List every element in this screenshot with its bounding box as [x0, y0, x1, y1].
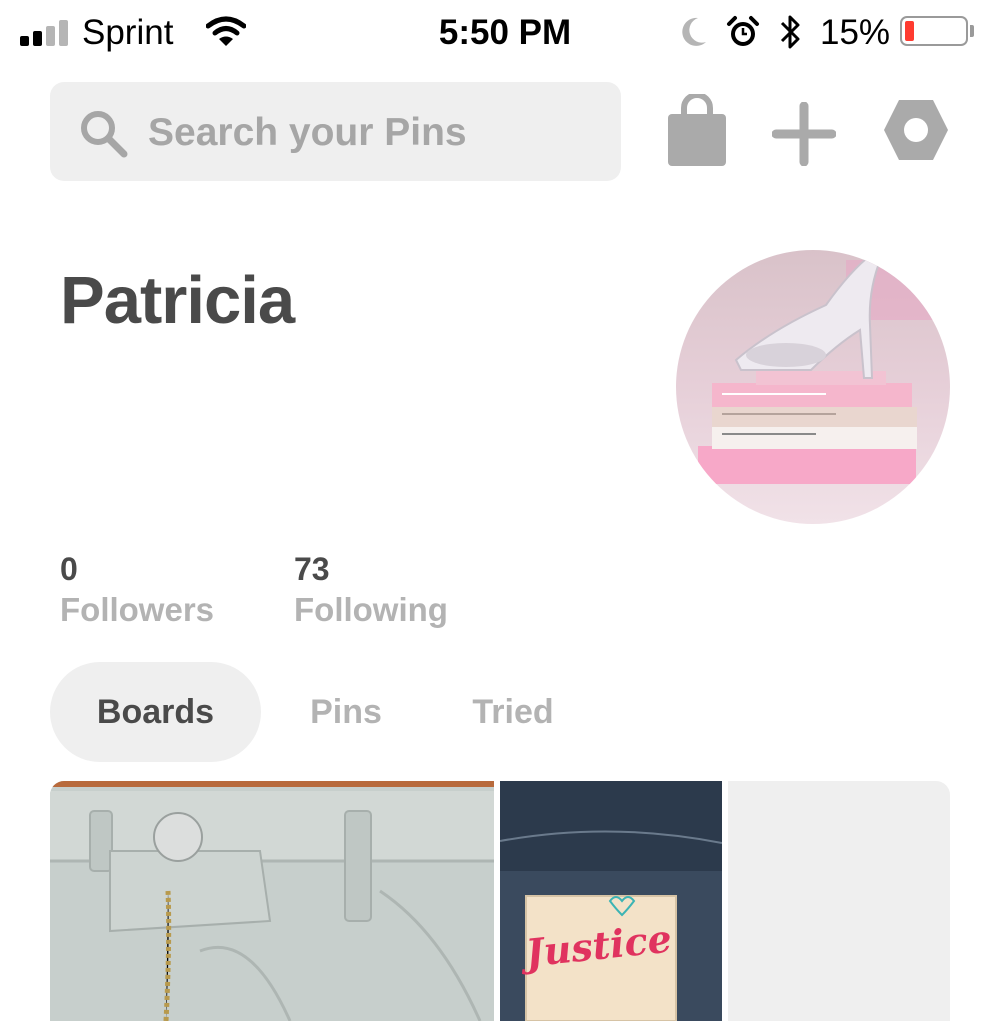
- status-bar: Sprint 5:50 PM 15%: [0, 0, 1000, 66]
- followers-count: 0: [60, 551, 78, 587]
- settings-button[interactable]: [882, 98, 950, 165]
- alarm-icon: [727, 16, 759, 46]
- jeans-photo: [50, 781, 494, 1021]
- battery-level-fill: [905, 21, 914, 41]
- board-cover-placeholder[interactable]: [728, 781, 950, 1021]
- search-bar[interactable]: [50, 82, 621, 181]
- shopping-bag-icon: [668, 92, 726, 166]
- justice-tag-photo: Justice: [500, 781, 722, 1021]
- battery-percent: 15%: [820, 13, 891, 52]
- board-cover-image[interactable]: Justice: [500, 781, 722, 1021]
- shop-button[interactable]: [666, 92, 728, 171]
- followers-label: Followers: [60, 591, 215, 628]
- tab-tried[interactable]: Tried: [458, 662, 568, 762]
- following-label: Following: [294, 591, 448, 628]
- search-icon: [81, 111, 128, 158]
- create-button[interactable]: [771, 101, 837, 169]
- profile-name: Patricia: [60, 263, 295, 338]
- moon-icon: [682, 17, 706, 46]
- profile-avatar[interactable]: [676, 250, 950, 524]
- battery-nub: [970, 25, 974, 37]
- search-input[interactable]: [146, 104, 600, 162]
- following-count: 73: [294, 551, 330, 587]
- followers-stat[interactable]: 0 Followers: [60, 550, 214, 632]
- avatar-photo: [676, 250, 950, 524]
- following-stat[interactable]: 73 Following: [294, 550, 448, 632]
- settings-icon: [884, 100, 948, 160]
- battery-icon: [900, 16, 968, 46]
- tab-boards[interactable]: Boards: [50, 662, 261, 762]
- tab-pins[interactable]: Pins: [296, 662, 396, 762]
- board-cover-image[interactable]: [50, 781, 494, 1021]
- bluetooth-icon: [780, 15, 800, 49]
- plus-icon: [771, 101, 837, 167]
